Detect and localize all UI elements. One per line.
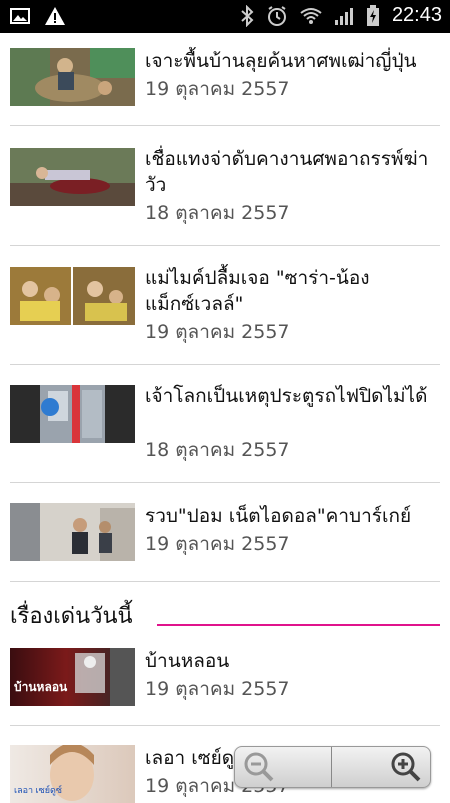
divider — [10, 581, 440, 582]
zoom-separator — [331, 747, 332, 787]
zoom-controls — [234, 746, 431, 788]
article-date: 18 ตุลาคม 2557 — [145, 439, 290, 461]
article-thumbnail: เลอา เซย์ดูซ์ — [10, 745, 135, 803]
divider — [10, 364, 440, 365]
article-date: 19 ตุลาคม 2557 — [145, 78, 290, 100]
article-thumbnail — [10, 385, 135, 443]
list-item[interactable]: แม่ไมค์ปลื้มเจอ "ซาร่า-น้องแม็กซ์เวลล์" … — [10, 265, 440, 375]
article-title: บ้านหลอน — [145, 650, 230, 672]
zoom-in-icon — [391, 752, 421, 782]
divider — [10, 482, 440, 483]
article-date: 19 ตุลาคม 2557 — [145, 533, 290, 555]
article-title: เชื่อแทงจ่าดับคางานศพอาถรรพ์ฆ่าวัว — [145, 148, 429, 196]
article-thumbnail — [10, 48, 135, 106]
list-item[interactable]: เชื่อแทงจ่าดับคางานศพอาถรรพ์ฆ่าวัว 18 ตุ… — [10, 146, 440, 256]
list-item[interactable]: รวบ"ปอม เน็ตไอดอล"คาบาร์เกย์ 19 ตุลาคม 2… — [10, 503, 440, 593]
battery-charging-icon — [366, 4, 379, 26]
clock: 22:43 — [391, 4, 442, 26]
article-title: รวบ"ปอม เน็ตไอดอล"คาบาร์เกย์ — [145, 505, 412, 527]
article-thumbnail — [10, 503, 135, 561]
wifi-icon — [300, 7, 322, 24]
article-thumbnail: บ้านหลอน — [10, 648, 135, 706]
alarm-icon — [267, 5, 286, 26]
article-title: เจ้าโลกเป็นเหตุประตูรถไฟปิดไม่ได้ — [145, 385, 428, 407]
article-thumbnail — [10, 267, 135, 325]
gallery-notification-icon — [10, 8, 30, 24]
zoom-out-icon — [244, 752, 274, 782]
section-underline — [157, 624, 440, 626]
thumbnail-caption: บ้านหลอน — [14, 680, 68, 694]
article-date: 18 ตุลาคม 2557 — [145, 202, 290, 224]
signal-icon — [334, 7, 353, 25]
divider — [10, 725, 440, 726]
divider — [10, 125, 440, 126]
article-thumbnail — [10, 148, 135, 206]
article-date: 19 ตุลาคม 2557 — [145, 321, 290, 343]
thumbnail-caption: เลอา เซย์ดูซ์ — [14, 785, 62, 795]
article-title: แม่ไมค์ปลื้มเจอ "ซาร่า-น้องแม็กซ์เวลล์" — [145, 267, 370, 315]
zoom-out-button[interactable] — [241, 749, 277, 785]
list-item[interactable]: เจ้าโลกเป็นเหตุประตูรถไฟปิดไม่ได้ 18 ตุล… — [10, 383, 440, 493]
section-title: เรื่องเด่นวันนี้ — [10, 604, 133, 629]
warning-icon — [45, 7, 65, 25]
article-date: 19 ตุลาคม 2557 — [145, 678, 290, 700]
article-title: เจาะพื้นบ้านลุยค้นหาศพเฒ่าญี่ปุ่น — [145, 50, 417, 72]
bluetooth-icon — [241, 4, 254, 27]
list-item[interactable]: บ้านหลอน บ้านหลอน 19 ตุลาคม 2557 — [10, 648, 440, 723]
zoom-in-button[interactable] — [388, 749, 424, 785]
divider — [10, 245, 440, 246]
status-bar: 22:43 — [0, 0, 450, 33]
